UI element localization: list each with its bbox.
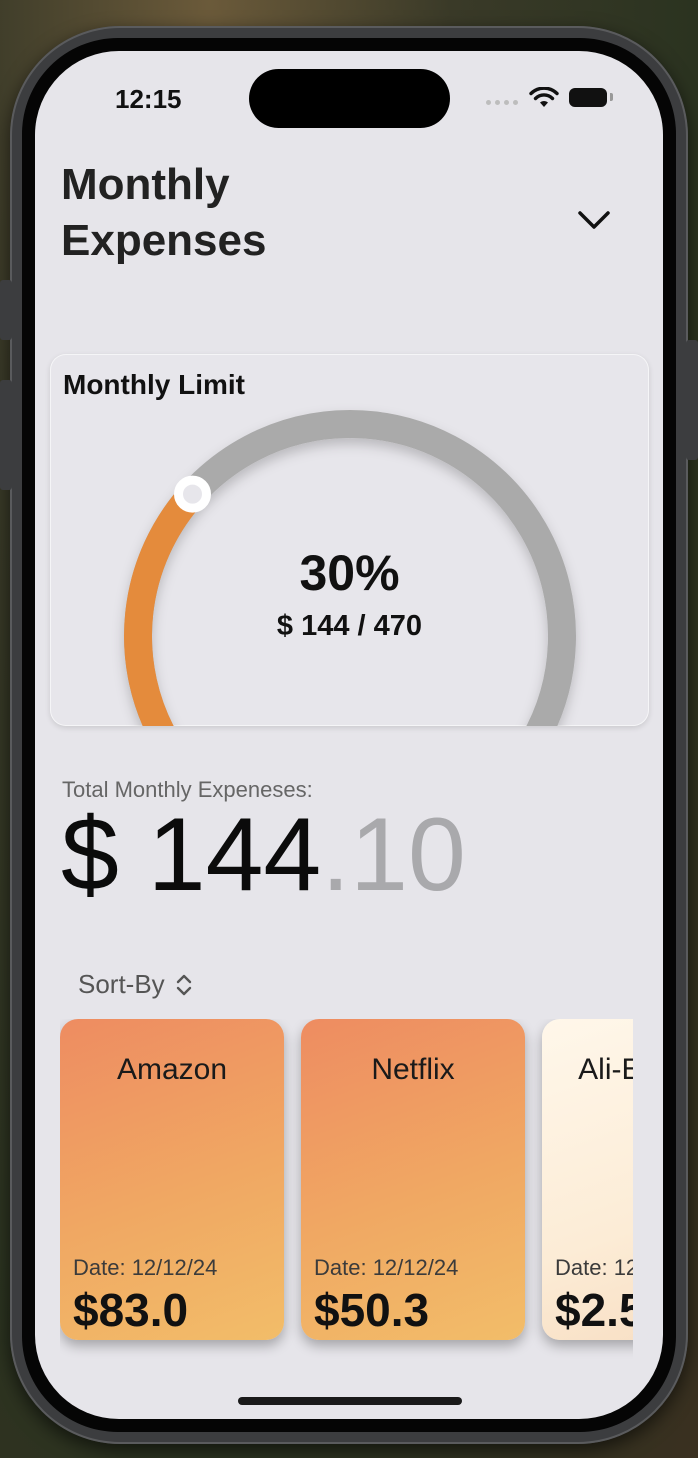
expense-card-amount: $50.3 — [314, 1284, 430, 1336]
page-title: Monthly Expenses — [61, 157, 266, 269]
cellular-signal-icon — [486, 100, 518, 105]
page-title-line1: Monthly — [61, 160, 230, 209]
expense-card-date: Date: 12/12/24 — [73, 1255, 218, 1280]
expense-card-name: Amazon — [116, 1053, 228, 1086]
wifi-icon — [529, 87, 559, 107]
sort-by-label: Sort-By — [78, 969, 165, 999]
sort-by-button[interactable]: Sort-By — [78, 969, 193, 1000]
status-time: 12:15 — [115, 84, 182, 114]
battery-icon — [569, 88, 607, 107]
expense-card-aliexpress[interactable]: Ali-Express Date: 12/12/24 $2.5 — [542, 1019, 633, 1340]
page-title-line2: Expenses — [61, 216, 267, 265]
side-button — [686, 340, 698, 460]
side-button — [0, 280, 12, 340]
battery-tip — [610, 93, 613, 101]
gauge-percent: 30% — [299, 545, 400, 601]
total-amount-cents: .10 — [321, 797, 466, 913]
expense-card-date: Date: 12/12/24 — [555, 1255, 633, 1280]
sort-updown-icon — [176, 974, 191, 995]
expense-card-amazon[interactable]: Amazon Date: 12/12/24 $83.0 — [60, 1019, 284, 1340]
total-expenses-amount: $ 144.10 — [61, 799, 466, 911]
expense-card-date: Date: 12/12/24 — [314, 1255, 459, 1280]
chevron-down-icon[interactable] — [575, 207, 613, 233]
expense-card-netflix[interactable]: Netflix Date: 12/12/24 $50.3 — [301, 1019, 525, 1340]
expense-card-amount: $83.0 — [73, 1284, 189, 1336]
dynamic-island — [249, 69, 450, 128]
side-button — [0, 380, 12, 490]
monthly-limit-card: Monthly Limit 30% $ 144 / 470 — [50, 354, 649, 726]
total-amount-whole: $ 144 — [61, 797, 322, 913]
expense-card-amount: $2.5 — [555, 1284, 633, 1336]
app-screen: 12:15 Monthly Expenses Monthly Limit 30%… — [35, 51, 663, 1419]
home-indicator[interactable] — [238, 1397, 462, 1405]
expense-card-name: Ali-Express — [578, 1053, 633, 1086]
limit-gauge — [124, 410, 576, 726]
expense-card-name: Netflix — [371, 1053, 455, 1086]
gauge-amount: $ 144 / 470 — [276, 610, 423, 642]
gauge-knob — [174, 475, 211, 513]
expense-cards-scroll[interactable]: Amazon Date: 12/12/24 $83.0 Netflix Date… — [60, 1019, 633, 1379]
